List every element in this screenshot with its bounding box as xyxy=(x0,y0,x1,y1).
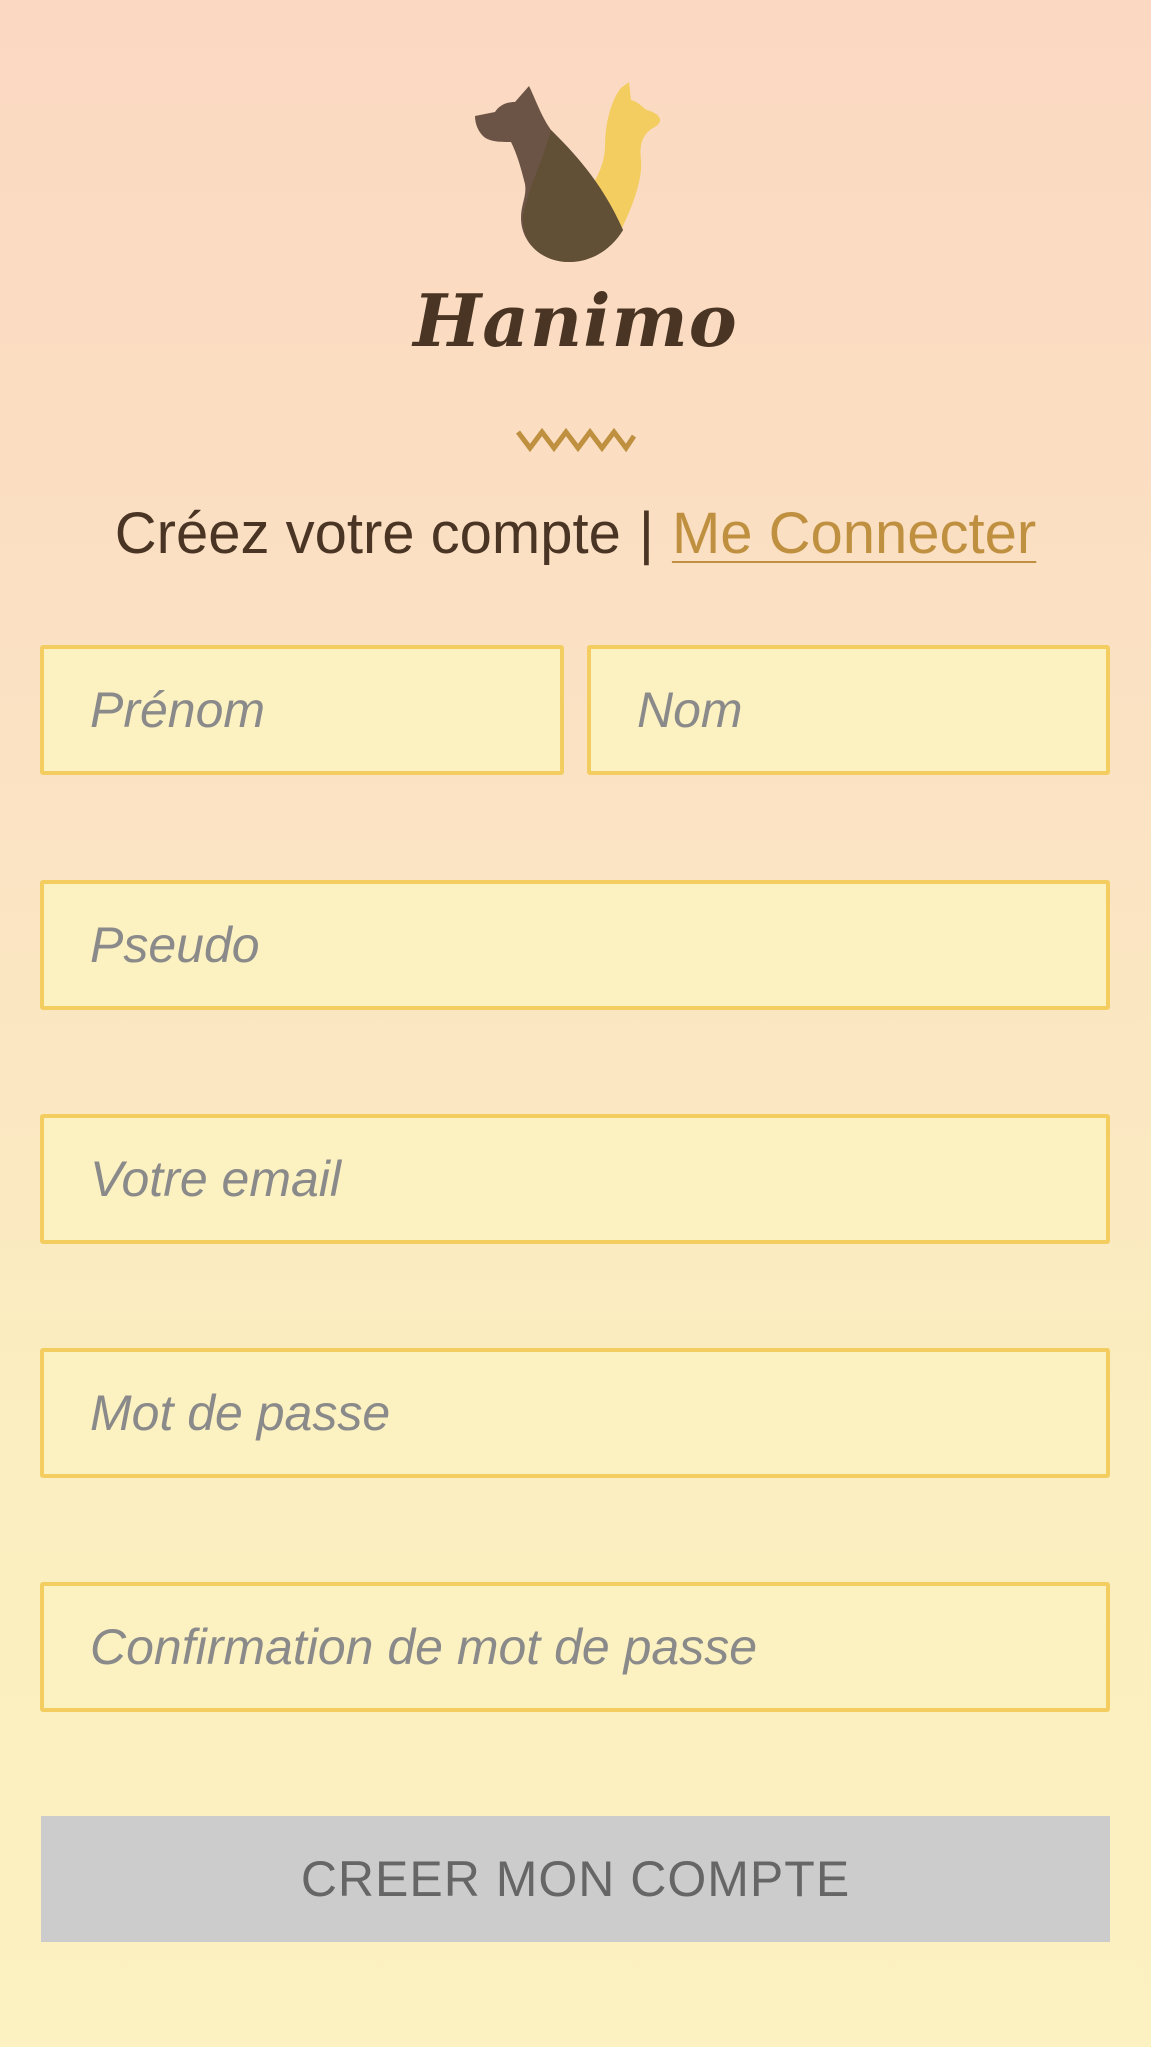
first-name-input[interactable] xyxy=(40,645,564,775)
create-account-button[interactable]: CREER MON COMPTE xyxy=(41,1816,1110,1942)
dog-cat-logo-icon xyxy=(474,82,660,262)
username-input[interactable] xyxy=(40,880,1110,1010)
password-input[interactable] xyxy=(40,1348,1110,1478)
last-name-input[interactable] xyxy=(587,645,1110,775)
heading-separator: | xyxy=(638,501,654,566)
page-heading: Créez votre compte | Me Connecter xyxy=(0,500,1151,567)
zigzag-divider xyxy=(0,428,1151,452)
zigzag-icon xyxy=(515,428,636,452)
brand-name: Hanimo xyxy=(413,278,738,363)
page-title: Créez votre compte xyxy=(114,501,621,566)
logo xyxy=(0,80,1151,270)
login-link[interactable]: Me Connecter xyxy=(672,501,1036,566)
email-input[interactable] xyxy=(40,1114,1110,1244)
password-confirm-input[interactable] xyxy=(40,1582,1110,1712)
